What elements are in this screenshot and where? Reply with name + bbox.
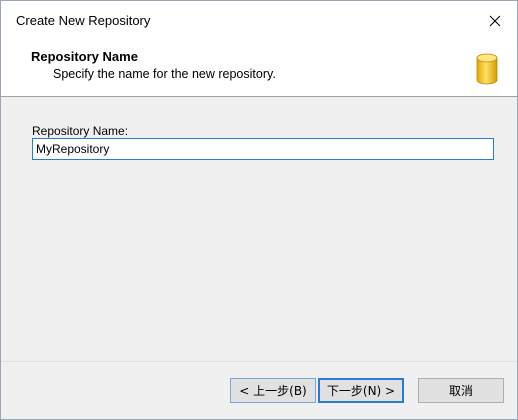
- cancel-button[interactable]: 取消: [418, 378, 504, 403]
- page-subtitle: Specify the name for the new repository.: [53, 67, 276, 81]
- button-separator: [1, 361, 517, 362]
- repository-name-input[interactable]: [32, 138, 494, 160]
- next-button[interactable]: 下一步(N) >: [318, 378, 404, 403]
- close-button[interactable]: [472, 1, 517, 41]
- create-repository-dialog: Create New Repository Repository Name Sp…: [0, 0, 518, 420]
- wizard-header: Repository Name Specify the name for the…: [1, 41, 517, 97]
- close-icon: [489, 15, 500, 27]
- database-icon: [476, 53, 498, 85]
- form-area: Repository Name:: [1, 97, 517, 347]
- back-button[interactable]: < 上一步(B): [230, 378, 316, 403]
- title-bar: Create New Repository: [1, 1, 517, 41]
- page-title: Repository Name: [31, 49, 138, 64]
- repository-name-label: Repository Name:: [32, 124, 129, 138]
- window-title: Create New Repository: [16, 13, 151, 28]
